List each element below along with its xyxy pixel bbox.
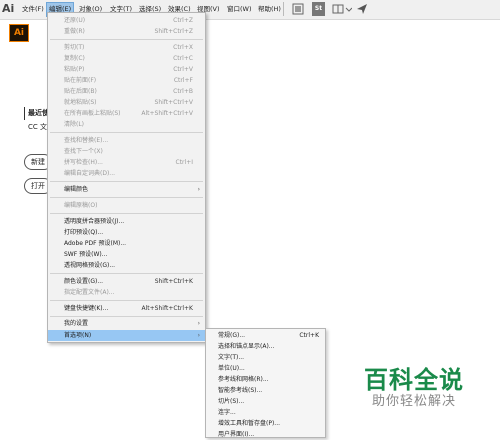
submenu-item-plugins-scratch[interactable]: 增效工具和暂存盘(P)... — [206, 418, 325, 429]
section-marker — [24, 107, 25, 120]
menu-separator — [50, 181, 203, 182]
submenu-item-units[interactable]: 单位(U)... — [206, 363, 325, 374]
submenu-item-user-interface[interactable]: 用户界面(I)... — [206, 429, 325, 440]
menu-separator — [50, 316, 203, 317]
menu-separator — [50, 197, 203, 198]
chevron-right-icon: › — [197, 320, 200, 327]
menu-item-pdf-presets[interactable]: Adobe PDF 预设(M)... — [48, 238, 205, 249]
menu-separator — [50, 213, 203, 214]
menu-item-keyboard-shortcuts[interactable]: 键盘快捷键(K)... Alt+Shift+Ctrl+K — [48, 303, 205, 314]
toolbar-divider — [283, 2, 284, 16]
menu-separator — [50, 132, 203, 133]
menu-item-paste[interactable]: 粘贴(P) Ctrl+V — [48, 64, 205, 75]
menu-window[interactable]: 窗口(W) — [225, 3, 254, 16]
illustrator-logo-tile: Ai — [9, 24, 29, 42]
menu-item-edit-original[interactable]: 编辑原稿(O) — [48, 200, 205, 211]
menu-item-preferences[interactable]: 首选项(N) › — [48, 330, 205, 341]
menu-item-edit-colors[interactable]: 编辑颜色 › — [48, 184, 205, 195]
app-logo: Ai — [2, 2, 15, 15]
chevron-right-icon: › — [197, 332, 200, 339]
menu-item-perspective-grid[interactable]: 透视网格预设(G)... — [48, 260, 205, 271]
submenu-item-general[interactable]: 常规(G)... Ctrl+K — [206, 330, 325, 341]
menu-item-paste-all-artboards[interactable]: 在所有画板上粘贴(S) Alt+Shift+Ctrl+V — [48, 108, 205, 119]
menu-item-find-next[interactable]: 查找下一个(X) — [48, 146, 205, 157]
menu-item-undo[interactable]: 还原(U) Ctrl+Z — [48, 15, 205, 26]
menu-file[interactable]: 文件(F) — [20, 3, 46, 16]
menu-separator — [50, 273, 203, 274]
submenu-item-smart-guides[interactable]: 智能参考线(S)... — [206, 385, 325, 396]
menu-separator — [50, 300, 203, 301]
menu-item-paste-in-place[interactable]: 就地粘贴(S) Shift+Ctrl+V — [48, 97, 205, 108]
chevron-right-icon: › — [197, 186, 200, 193]
menu-item-swf-presets[interactable]: SWF 预设(W)... — [48, 249, 205, 260]
menu-item-clear[interactable]: 清除(L) — [48, 119, 205, 130]
submenu-item-guides-grid[interactable]: 参考线和网格(R)... — [206, 374, 325, 385]
submenu-item-type[interactable]: 文字(T)... — [206, 352, 325, 363]
menu-item-find-replace[interactable]: 查找和替换(E)... — [48, 135, 205, 146]
submenu-item-slices[interactable]: 切片(S)... — [206, 396, 325, 407]
menu-item-assign-profile[interactable]: 指定配置文件(A)... — [48, 287, 205, 298]
cc-files-text: CC 文 — [28, 123, 48, 131]
menu-help[interactable]: 帮助(H) — [256, 3, 283, 16]
menu-item-copy[interactable]: 复制(C) Ctrl+C — [48, 53, 205, 64]
arrange-documents-icon[interactable] — [332, 2, 353, 16]
bridge-icon[interactable] — [292, 2, 304, 16]
recent-heading: 最近使 — [28, 109, 49, 117]
edit-menu-dropdown: 还原(U) Ctrl+Z 重做(R) Shift+Ctrl+Z 剪切(T) Ctrl+… — [47, 12, 206, 343]
send-icon[interactable] — [356, 2, 368, 16]
menu-item-edit-dictionary[interactable]: 编辑自定词典(D)... — [48, 168, 205, 179]
menu-item-transparency-flattener[interactable]: 透明度拼合器预设(J)... — [48, 216, 205, 227]
preferences-submenu: 常规(G)... Ctrl+K 选择和锚点显示(A)... 文字(T)... 单位… — [205, 328, 326, 438]
menu-separator — [50, 39, 203, 40]
submenu-item-selection-anchor[interactable]: 选择和锚点显示(A)... — [206, 341, 325, 352]
submenu-item-hyphenation[interactable]: 连字... — [206, 407, 325, 418]
menu-item-spell-check[interactable]: 拼写检查(H)... Ctrl+I — [48, 157, 205, 168]
watermark-subtitle: 助你轻松解决 — [372, 394, 457, 409]
menu-item-cut[interactable]: 剪切(T) Ctrl+X — [48, 42, 205, 53]
menu-item-color-settings[interactable]: 颜色设置(G)... Shift+Ctrl+K — [48, 276, 205, 287]
menu-item-paste-in-back[interactable]: 贴在后面(B) Ctrl+B — [48, 86, 205, 97]
menu-item-print-presets[interactable]: 打印预设(Q)... — [48, 227, 205, 238]
stock-button[interactable]: St — [312, 2, 325, 16]
menu-item-paste-in-front[interactable]: 贴在前面(F) Ctrl+F — [48, 75, 205, 86]
menu-item-redo[interactable]: 重做(R) Shift+Ctrl+Z — [48, 26, 205, 37]
menu-item-my-settings[interactable]: 我的设置 › — [48, 318, 205, 329]
